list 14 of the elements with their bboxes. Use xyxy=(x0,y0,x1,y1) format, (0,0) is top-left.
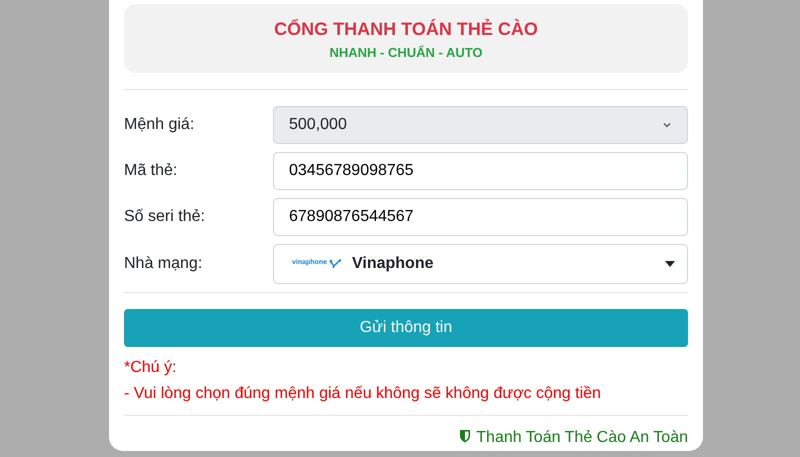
page-subtitle: NHANH - CHUẨN - AUTO xyxy=(328,44,484,62)
footer-text: Thanh Toán Thẻ Cào An Toàn xyxy=(459,428,688,446)
shield-icon xyxy=(459,428,472,442)
logo-icon xyxy=(329,258,342,268)
field-label: Mệnh giá: xyxy=(124,114,196,134)
input-field[interactable]: 67890876544567 xyxy=(273,198,688,236)
field-label: Nhà mạng: xyxy=(124,254,204,274)
warning-note: - Vui lòng chọn đúng mệnh giá nếu không sẽ không được cộng tiền xyxy=(124,384,602,404)
field-label: Số seri thẻ: xyxy=(124,206,206,226)
field-label: Mã thẻ: xyxy=(124,160,178,180)
input-field[interactable]: 03456789098765 xyxy=(273,152,688,190)
warning-note: *Chú ý: xyxy=(124,358,178,378)
page-title: CỔNG THANH TOÁN THẺ CÀO xyxy=(273,18,539,41)
caret-icon xyxy=(665,260,675,266)
